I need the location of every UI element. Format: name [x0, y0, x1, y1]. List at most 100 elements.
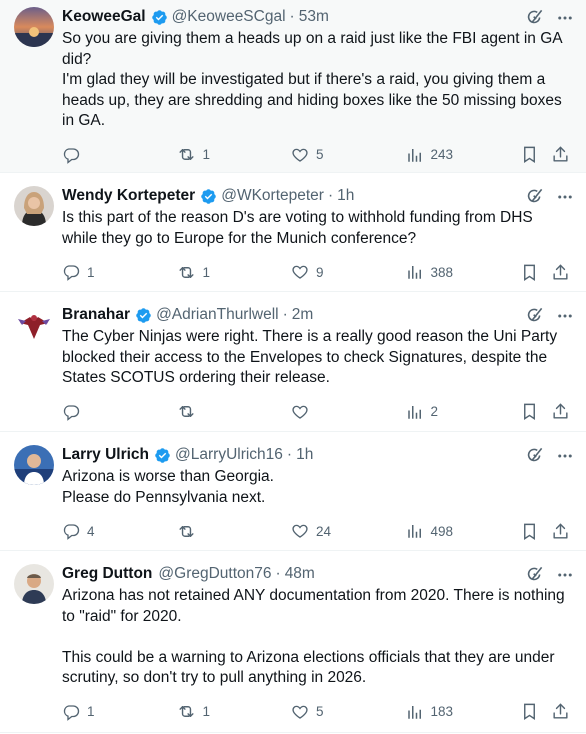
reply-tweet[interactable]: Branahar @AdrianThurlwell · 2m The Cyber…: [0, 292, 586, 432]
reply-icon: [62, 263, 80, 281]
views-count: 498: [430, 523, 454, 539]
user-handle[interactable]: @WKortepeter: [221, 187, 324, 205]
repost-button[interactable]: 1: [177, 145, 239, 164]
avatar[interactable]: [14, 445, 54, 485]
like-count: 9: [316, 264, 324, 280]
action-bar: 1 5 243: [62, 144, 572, 166]
more-icon[interactable]: [556, 307, 574, 325]
share-icon[interactable]: [551, 263, 570, 282]
repost-button[interactable]: 1: [177, 263, 239, 282]
grok-icon[interactable]: [525, 8, 544, 27]
repost-count: 1: [202, 704, 211, 719]
reply-tweet[interactable]: Greg Dutton @GregDutton76 · 48m Arizona …: [0, 551, 586, 733]
bookmark-icon[interactable]: [520, 522, 539, 541]
repost-icon: [177, 702, 196, 721]
share-icon[interactable]: [551, 702, 570, 721]
bookmark-icon[interactable]: [520, 263, 539, 282]
like-button[interactable]: [291, 403, 353, 421]
display-name[interactable]: Larry Ulrich: [62, 446, 149, 464]
views-icon: [406, 522, 424, 540]
like-icon: [291, 146, 309, 164]
views-count: 183: [430, 704, 454, 719]
views-button[interactable]: 183: [406, 703, 468, 721]
user-handle[interactable]: @GregDutton76: [158, 565, 271, 583]
reply-button[interactable]: [62, 403, 124, 421]
views-button[interactable]: 498: [406, 522, 468, 540]
reply-count: 1: [87, 704, 95, 719]
reply-icon: [62, 703, 80, 721]
reply-count: 1: [87, 264, 95, 280]
bookmark-icon[interactable]: [520, 145, 539, 164]
repost-button[interactable]: [177, 402, 239, 421]
views-icon: [406, 403, 424, 421]
tweet-text: So you are giving them a heads up on a r…: [62, 30, 562, 129]
views-icon: [406, 703, 424, 721]
repost-count: 1: [202, 147, 211, 162]
reply-button[interactable]: 1: [62, 703, 124, 721]
like-button[interactable]: 5: [291, 703, 353, 721]
bookmark-icon[interactable]: [520, 702, 539, 721]
views-button[interactable]: 243: [406, 146, 468, 164]
more-icon[interactable]: [556, 9, 574, 27]
reply-icon: [62, 146, 80, 164]
display-name[interactable]: KeoweeGal: [62, 8, 146, 26]
reply-tweet[interactable]: Wendy Kortepeter @WKortepeter · 1h Is th…: [0, 173, 586, 292]
like-button[interactable]: 9: [291, 263, 353, 281]
repost-button[interactable]: [177, 522, 239, 541]
views-button[interactable]: 388: [406, 263, 468, 281]
timestamp[interactable]: 48m: [285, 565, 315, 583]
verified-badge-icon: [151, 9, 168, 26]
timestamp[interactable]: 53m: [299, 8, 329, 26]
action-bar: 4 24 498: [62, 520, 572, 542]
like-button[interactable]: 24: [291, 522, 353, 540]
like-icon: [291, 703, 309, 721]
share-icon[interactable]: [551, 402, 570, 421]
repost-count: 1: [202, 264, 211, 280]
bookmark-icon[interactable]: [520, 402, 539, 421]
like-count: 24: [316, 523, 332, 539]
reply-tweet[interactable]: Larry Ulrich @LarryUlrich16 · 1h Arizona…: [0, 432, 586, 551]
like-icon: [291, 522, 309, 540]
like-button[interactable]: 5: [291, 146, 353, 164]
timestamp[interactable]: 2m: [292, 306, 314, 324]
separator: ·: [282, 306, 288, 323]
grok-icon[interactable]: [525, 565, 544, 584]
grok-icon[interactable]: [525, 187, 544, 206]
repost-icon: [177, 145, 196, 164]
display-name[interactable]: Greg Dutton: [62, 565, 152, 583]
repost-button[interactable]: 1: [177, 702, 239, 721]
more-icon[interactable]: [556, 447, 574, 465]
reply-tweet[interactable]: KeoweeGal @KeoweeSCgal · 53m So you are …: [0, 0, 586, 173]
reply-button[interactable]: 1: [62, 263, 124, 281]
avatar[interactable]: [14, 305, 54, 345]
more-icon[interactable]: [556, 566, 574, 584]
timestamp[interactable]: 1h: [337, 187, 354, 205]
grok-icon[interactable]: [525, 306, 544, 325]
reply-button[interactable]: [62, 146, 124, 164]
views-button[interactable]: 2: [406, 403, 468, 421]
separator: ·: [289, 8, 295, 25]
avatar[interactable]: [14, 564, 54, 604]
like-count: 5: [316, 147, 324, 162]
share-icon[interactable]: [551, 145, 570, 164]
verified-badge-icon: [135, 307, 152, 324]
share-icon[interactable]: [551, 522, 570, 541]
separator: ·: [286, 446, 293, 463]
display-name[interactable]: Branahar: [62, 306, 130, 324]
reply-button[interactable]: 4: [62, 522, 124, 540]
grok-icon[interactable]: [525, 446, 544, 465]
tweet-text: The Cyber Ninjas were right. There is a …: [62, 328, 562, 386]
timestamp[interactable]: 1h: [296, 446, 313, 464]
user-handle[interactable]: @AdrianThurlwell: [156, 306, 279, 324]
avatar[interactable]: [14, 7, 54, 47]
avatar[interactable]: [14, 186, 54, 226]
reply-icon: [62, 403, 80, 421]
more-icon[interactable]: [556, 188, 574, 206]
display-name[interactable]: Wendy Kortepeter: [62, 187, 195, 205]
user-handle[interactable]: @LarryUlrich16: [175, 446, 283, 464]
tweet-text: Is this part of the reason D's are votin…: [62, 209, 538, 247]
user-handle[interactable]: @KeoweeSCgal: [172, 8, 286, 26]
views-count: 388: [430, 264, 454, 280]
tweet-text: Arizona has not retained ANY documentati…: [62, 587, 565, 686]
views-count: 243: [430, 147, 454, 162]
